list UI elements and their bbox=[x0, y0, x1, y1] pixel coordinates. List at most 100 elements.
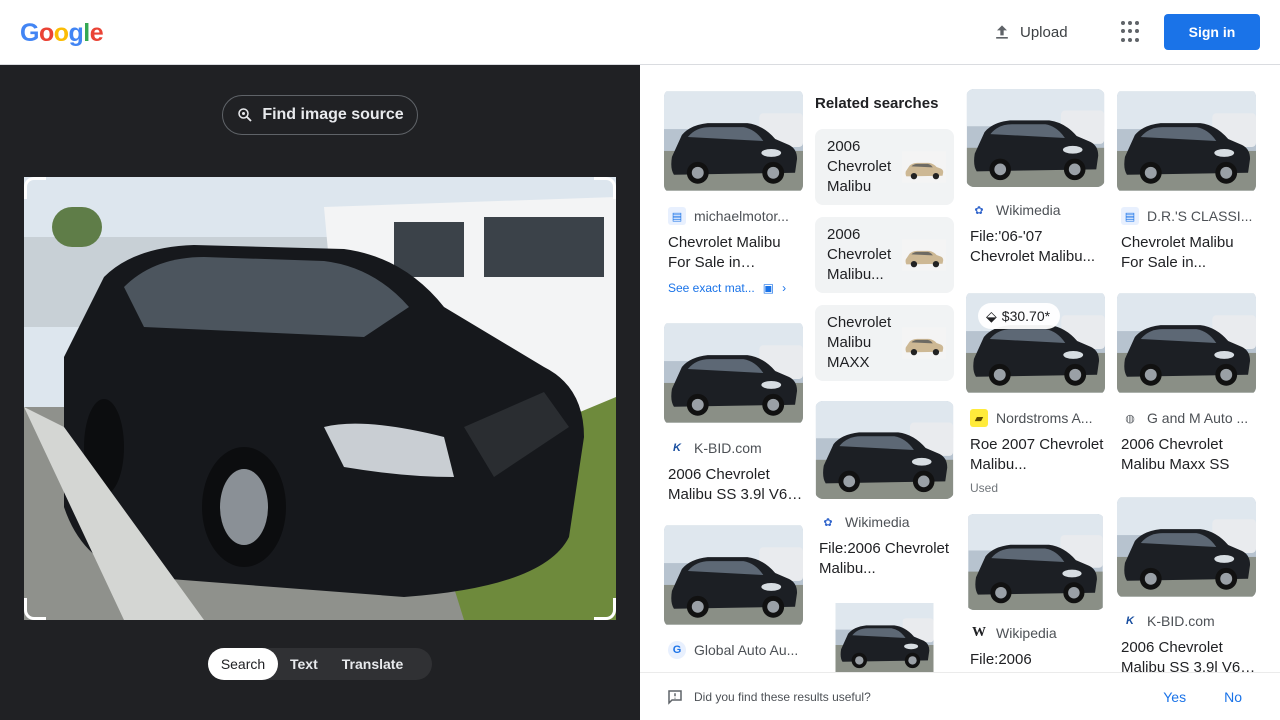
lens-search-icon bbox=[238, 108, 252, 122]
source-label: Nordstroms A... bbox=[996, 410, 1093, 426]
mode-switcher: Search Text Translate bbox=[208, 648, 432, 680]
result-title[interactable]: Chevrolet Malibu For Sale in... bbox=[1121, 233, 1256, 273]
price-label: $30.70* bbox=[1001, 308, 1051, 324]
related-thumbnail bbox=[902, 321, 946, 365]
results-panel: ▤ michaelmotor... Chevrolet Malibu For Sa… bbox=[640, 65, 1280, 672]
wikimedia-icon: ✿ bbox=[823, 516, 833, 529]
source-label: G and M Auto ... bbox=[1147, 410, 1249, 426]
upload-icon bbox=[996, 25, 1008, 39]
global-auto-icon: G bbox=[668, 641, 686, 659]
source-label: Wikipedia bbox=[996, 625, 1057, 641]
crop-corner-top-right[interactable] bbox=[594, 177, 616, 199]
result-thumbnail[interactable] bbox=[815, 603, 954, 672]
result-source: K K-BID.com bbox=[668, 439, 803, 457]
result-thumbnail[interactable] bbox=[1117, 291, 1256, 395]
upload-button[interactable]: Upload bbox=[992, 20, 1068, 44]
related-search-chip[interactable]: Chevrolet Malibu MAXX bbox=[815, 305, 954, 381]
find-image-source-label: Find image source bbox=[262, 106, 404, 123]
result-thumbnail[interactable] bbox=[664, 523, 803, 627]
tag-icon: ⬙ bbox=[986, 307, 997, 324]
feedback-bar: Did you find these results useful? Yes N… bbox=[640, 672, 1280, 720]
result-source: ▰ Nordstroms A... bbox=[970, 409, 1105, 427]
result-source: W Wikipedia bbox=[970, 624, 1105, 642]
result-card[interactable]: K K-BID.com 2006 Chevrolet Malibu SS 3.9l… bbox=[1117, 496, 1256, 672]
related-search-chip[interactable]: 2006 Chevrolet Malibu bbox=[815, 129, 954, 205]
see-exact-matches-link[interactable]: See exact mat... ▣ › bbox=[668, 281, 803, 295]
query-image[interactable] bbox=[24, 177, 616, 620]
result-card[interactable]: ⬙ $30.70* ▰ Nordstroms A... Roe 2007 Chevr… bbox=[966, 291, 1105, 495]
result-card[interactable]: K K-BID.com 2006 Chevrolet Malibu SS 3.9l… bbox=[664, 321, 803, 505]
result-source: ▤ D.R.'S CLASSI... bbox=[1121, 207, 1256, 225]
nordstroms-icon: ▰ bbox=[970, 409, 988, 427]
feedback-icon bbox=[668, 689, 682, 705]
condition-label: Used bbox=[970, 481, 999, 495]
wikimedia-icon: ✿ bbox=[974, 204, 984, 217]
related-thumbnail bbox=[902, 233, 946, 277]
exact-label: See exact mat... bbox=[668, 281, 755, 295]
sign-in-button[interactable]: Sign in bbox=[1164, 14, 1260, 50]
crop-corner-bottom-right[interactable] bbox=[594, 598, 616, 620]
kbid-icon: K bbox=[673, 442, 681, 454]
result-thumbnail[interactable] bbox=[966, 514, 1105, 610]
result-title[interactable]: File:2006 Chevrolet Malibu... bbox=[819, 539, 954, 579]
feedback-question: Did you find these results useful? bbox=[694, 689, 871, 704]
google-logo[interactable]: Google bbox=[20, 19, 104, 48]
source-label: Wikimedia bbox=[845, 514, 910, 530]
feedback-no-button[interactable]: No bbox=[1224, 689, 1242, 705]
result-thumbnail[interactable] bbox=[664, 89, 803, 193]
result-source: ✿ Wikimedia bbox=[970, 201, 1105, 219]
result-card[interactable]: ◍ G and M Auto ... 2006 Chevrolet Malibu … bbox=[1117, 291, 1256, 475]
result-title[interactable]: File:2006 bbox=[970, 650, 1105, 670]
apps-grid-icon[interactable] bbox=[1121, 21, 1143, 43]
source-label: michaelmotor... bbox=[694, 208, 789, 224]
result-card[interactable]: W Wikipedia File:2006 bbox=[966, 514, 1105, 670]
result-title[interactable]: Roe 2007 Chevrolet Malibu... bbox=[970, 435, 1105, 475]
result-card[interactable]: ✿ Wikimedia File:'06-'07 Chevrolet Malibu… bbox=[966, 89, 1105, 267]
page-icon: ▤ bbox=[1121, 207, 1139, 225]
result-card[interactable]: G Global Auto Au... bbox=[664, 523, 803, 659]
related-search-chip[interactable]: 2006 Chevrolet Malibu... bbox=[815, 217, 954, 293]
mode-translate-tab[interactable]: Translate bbox=[330, 648, 415, 680]
kbid-icon: K bbox=[1126, 615, 1134, 627]
result-card[interactable]: ✿ Wikimedia File:2006 Chevrolet Malibu... bbox=[815, 401, 954, 579]
upload-label: Upload bbox=[1020, 23, 1068, 41]
result-title[interactable]: 2006 Chevrolet Malibu Maxx SS bbox=[1121, 435, 1256, 475]
result-title[interactable]: File:'06-'07 Chevrolet Malibu... bbox=[970, 227, 1105, 267]
result-card[interactable]: ▤ michaelmotor... Chevrolet Malibu For Sa… bbox=[664, 89, 803, 295]
result-thumbnail[interactable] bbox=[1117, 89, 1256, 193]
result-source: K K-BID.com bbox=[1121, 612, 1256, 630]
related-label: 2006 Chevrolet Malibu bbox=[827, 138, 892, 195]
wikipedia-icon: W bbox=[972, 625, 986, 640]
related-searches-heading: Related searches bbox=[815, 95, 939, 112]
result-title[interactable]: 2006 Chevrolet Malibu SS 3.9l V6 ... bbox=[668, 465, 803, 505]
image-preview-panel: Find image source Search Text Translate bbox=[0, 65, 640, 720]
globe-icon: ◍ bbox=[1125, 412, 1135, 425]
feedback-yes-button[interactable]: Yes bbox=[1163, 689, 1186, 705]
find-image-source-button[interactable]: Find image source bbox=[222, 95, 418, 135]
logo-letter: g bbox=[68, 19, 84, 47]
result-thumbnail[interactable] bbox=[966, 89, 1105, 187]
logo-letter: G bbox=[20, 19, 39, 47]
result-thumbnail[interactable] bbox=[664, 321, 803, 425]
related-thumbnail bbox=[902, 145, 946, 189]
result-source: ◍ G and M Auto ... bbox=[1121, 409, 1256, 427]
result-thumbnail[interactable] bbox=[815, 401, 954, 499]
result-source: G Global Auto Au... bbox=[668, 641, 803, 659]
crop-corner-bottom-left[interactable] bbox=[24, 598, 46, 620]
related-label: Chevrolet Malibu MAXX bbox=[827, 314, 892, 371]
source-label: Wikimedia bbox=[996, 202, 1061, 218]
page-icon: ▤ bbox=[668, 207, 686, 225]
mode-text-tab[interactable]: Text bbox=[278, 648, 330, 680]
result-title[interactable]: Chevrolet Malibu For Sale in Harvey... bbox=[668, 233, 803, 273]
exact-thumb-icon: ▣ bbox=[762, 281, 775, 295]
result-source: ✿ Wikimedia bbox=[819, 513, 954, 531]
result-thumbnail[interactable] bbox=[1117, 496, 1256, 598]
logo-letter: o bbox=[53, 19, 69, 47]
source-label: K-BID.com bbox=[694, 440, 762, 456]
mode-search-tab[interactable]: Search bbox=[208, 648, 278, 680]
crop-corner-top-left[interactable] bbox=[24, 177, 46, 199]
result-card[interactable]: ▤ D.R.'S CLASSI... Chevrolet Malibu For S… bbox=[1117, 89, 1256, 273]
result-card[interactable] bbox=[815, 603, 954, 672]
result-title[interactable]: 2006 Chevrolet Malibu SS 3.9l V6 ... bbox=[1121, 638, 1256, 672]
source-label: Global Auto Au... bbox=[694, 642, 799, 658]
